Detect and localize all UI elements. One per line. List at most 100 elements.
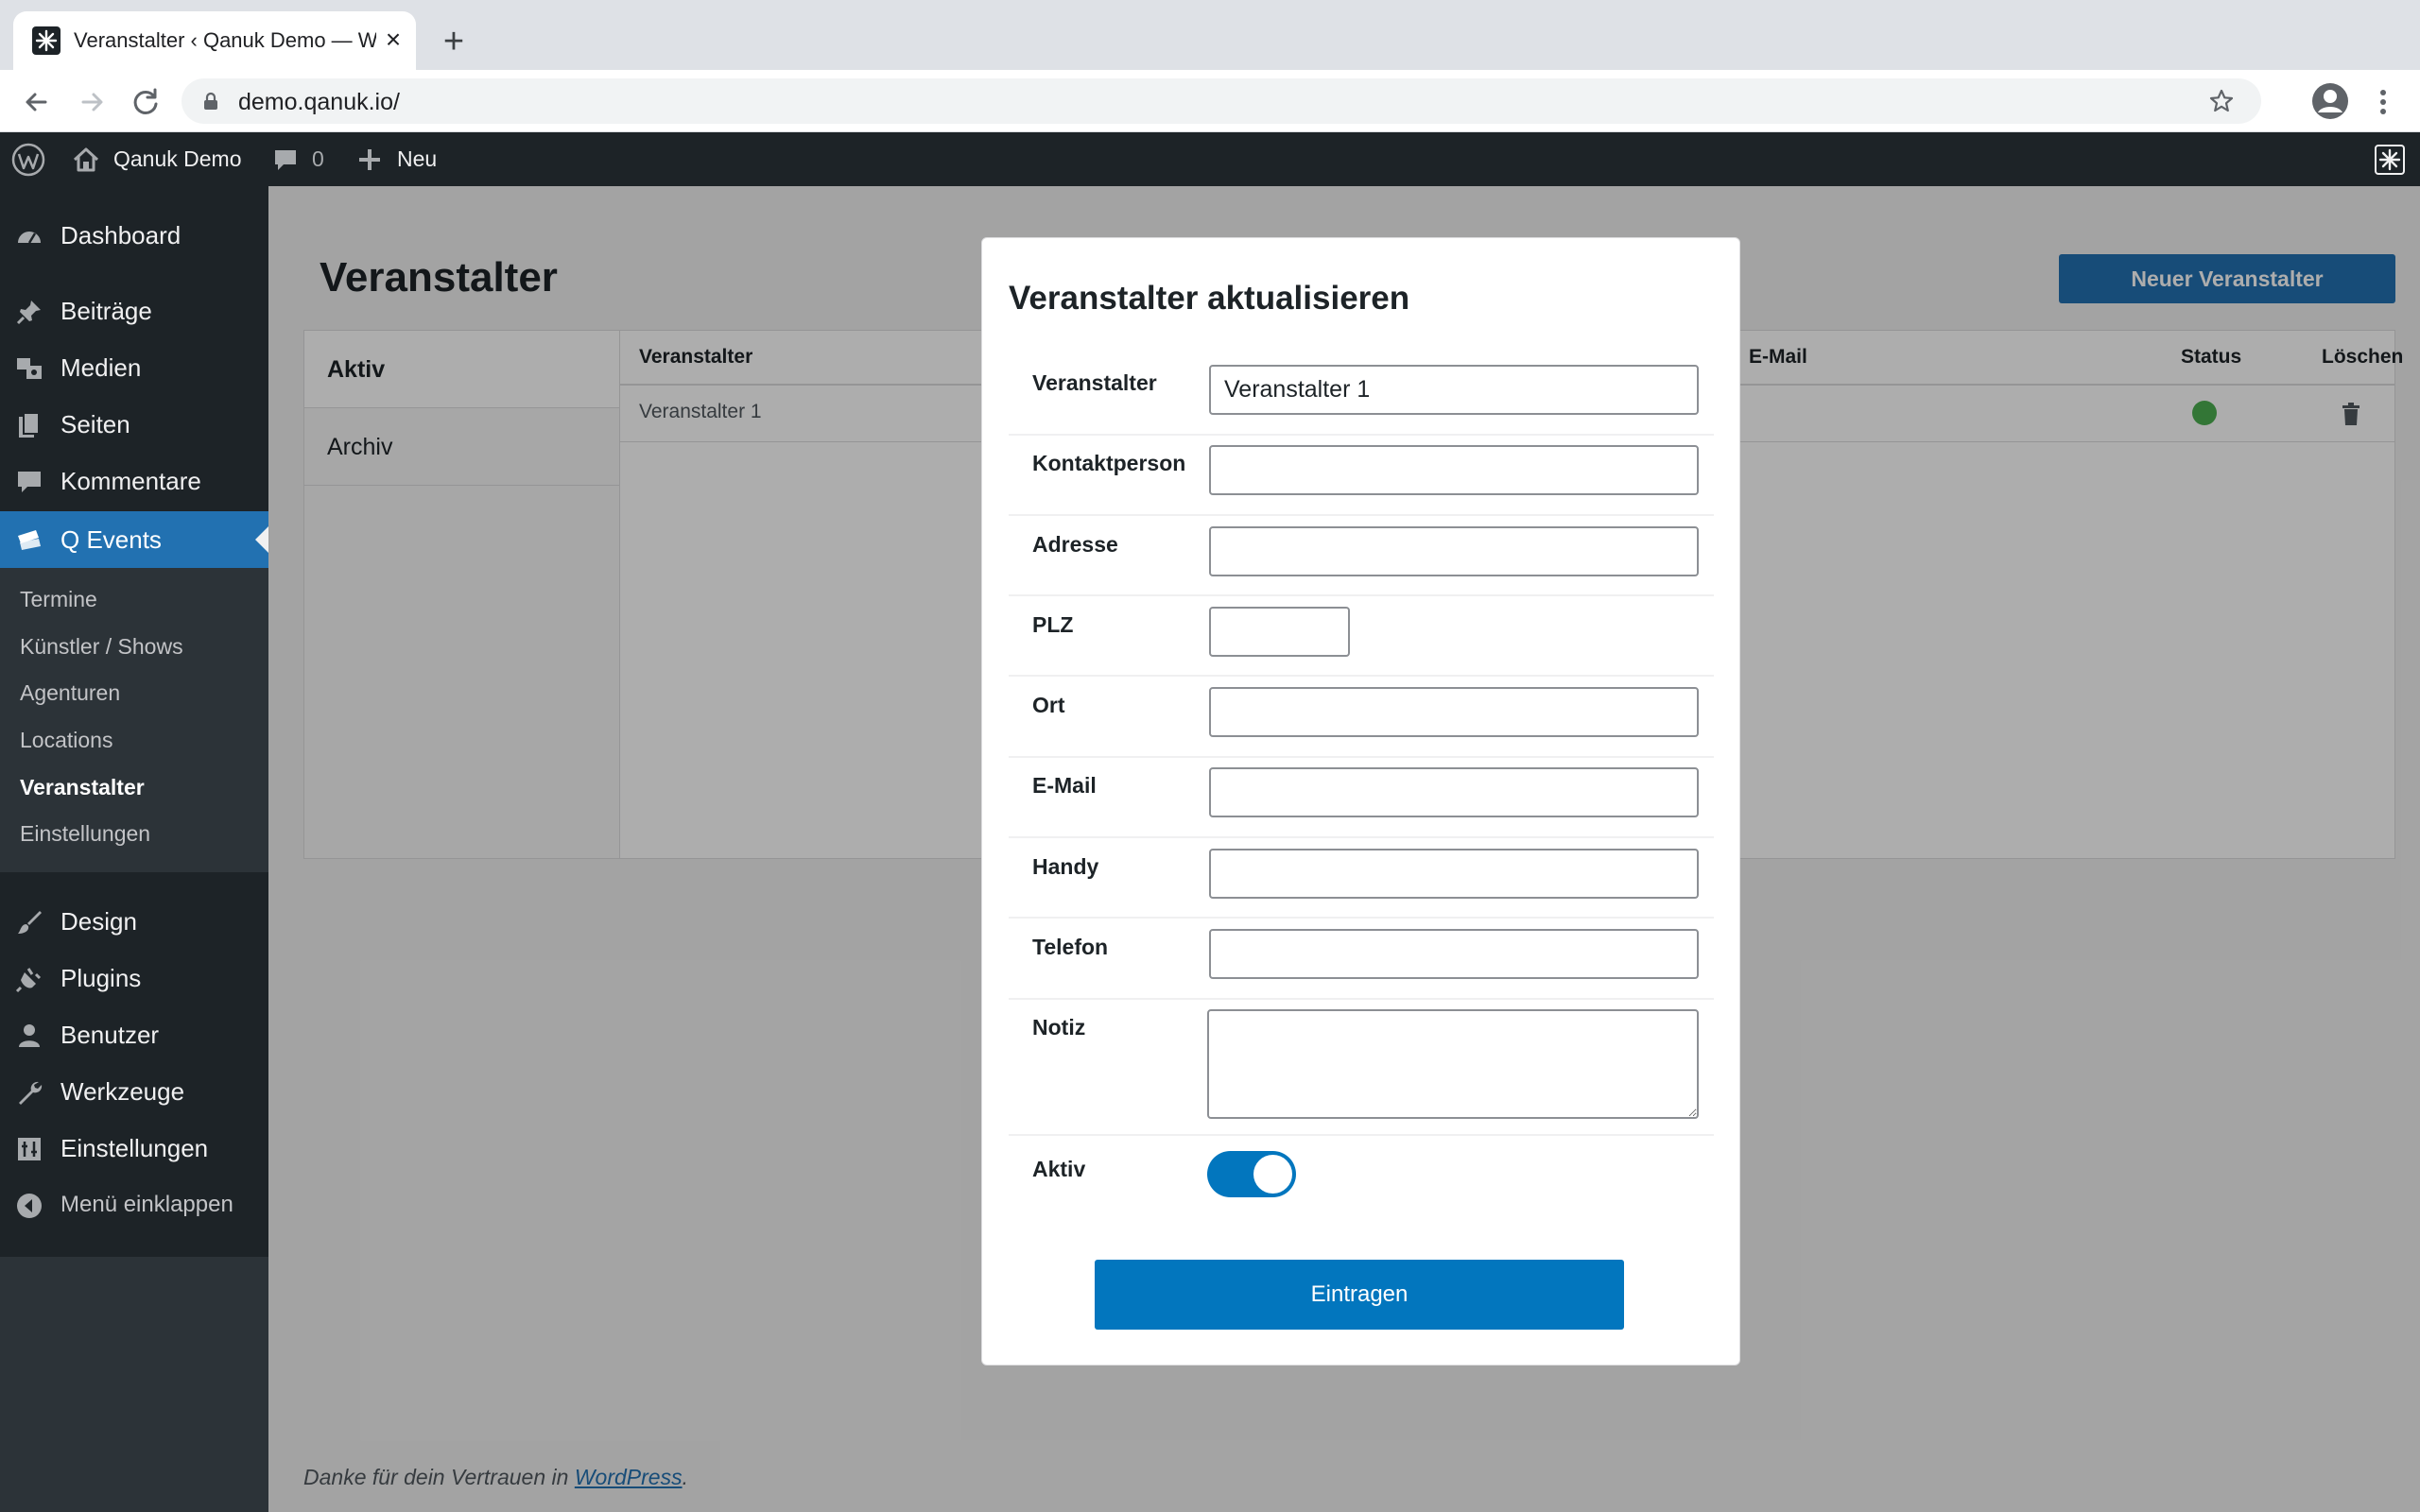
lock-icon: [204, 92, 217, 110]
label-telefon: Telefon: [1032, 935, 1109, 959]
textarea-notiz[interactable]: [1207, 1009, 1699, 1119]
label-plz: PLZ: [1032, 612, 1074, 637]
field-divider: [1009, 594, 1714, 596]
wp-admin-bar: Qanuk Demo 0 Neu: [0, 132, 2420, 186]
wordpress-logo-icon[interactable]: [11, 132, 45, 186]
home-icon: [73, 147, 99, 171]
label-handy: Handy: [1032, 854, 1099, 879]
menu-item-comments[interactable]: Kommentare: [0, 453, 268, 509]
input-veranstalter[interactable]: [1209, 365, 1699, 415]
user-icon: [19, 1024, 40, 1047]
plus-icon: [359, 148, 380, 170]
settings-icon: [18, 1138, 41, 1160]
menu-label: Medien: [60, 352, 142, 382]
submenu-item-locations[interactable]: Locations: [20, 728, 112, 753]
browser-tab-bar: Veranstalter ‹ Qanuk Demo — WordPress × …: [0, 0, 2420, 70]
aktiv-toggle[interactable]: [1207, 1151, 1296, 1197]
input-handy[interactable]: [1209, 849, 1699, 899]
new-label: Neu: [397, 146, 438, 171]
menu-item-posts[interactable]: Beiträge: [0, 283, 268, 339]
comment-icon: [18, 472, 41, 492]
qanuk-logo-icon[interactable]: [2375, 132, 2405, 186]
submenu-item-termine[interactable]: Termine: [20, 587, 97, 612]
site-name-link[interactable]: Qanuk Demo: [72, 132, 242, 186]
menu-label: Dashboard: [60, 220, 182, 249]
dashboard-icon: [18, 232, 41, 244]
menu-item-pages[interactable]: Seiten: [0, 396, 268, 453]
label-veranstalter: Veranstalter: [1032, 370, 1157, 395]
comment-icon: [275, 149, 296, 170]
menu-item-tools[interactable]: Werkzeuge: [0, 1063, 268, 1120]
admin-sidebar: Dashboard Beiträge Medien Seiten Komment…: [0, 186, 268, 1512]
toggle-knob: [1253, 1155, 1292, 1194]
menu-item-design[interactable]: Design: [0, 893, 268, 950]
back-icon[interactable]: [17, 83, 55, 121]
reload-icon[interactable]: [127, 83, 164, 121]
pages-icon: [19, 412, 40, 438]
field-divider: [1009, 998, 1714, 1000]
submenu-item-einstellungen[interactable]: Einstellungen: [20, 821, 150, 847]
site-name: Qanuk Demo: [113, 146, 242, 171]
label-aktiv: Aktiv: [1032, 1157, 1086, 1181]
menu-item-q-events[interactable]: Q Events: [0, 511, 268, 568]
tab-close-icon[interactable]: ×: [378, 25, 408, 55]
label-kontaktperson: Kontaktperson: [1032, 451, 1186, 475]
input-plz[interactable]: [1209, 607, 1350, 657]
input-email[interactable]: [1209, 767, 1699, 817]
profile-icon[interactable]: [2310, 81, 2350, 121]
submenu-item-veranstalter[interactable]: Veranstalter: [20, 775, 145, 800]
brush-icon: [18, 911, 42, 934]
qanuk-favicon-icon: [32, 26, 60, 55]
menu-item-settings[interactable]: Einstellungen: [0, 1120, 268, 1177]
comments-link[interactable]: 0: [272, 132, 324, 186]
menu-label: Einstellungen: [60, 1133, 209, 1162]
submit-button[interactable]: Eintragen: [1095, 1260, 1624, 1330]
menu-label: Kommentare: [60, 466, 201, 495]
modal-title: Veranstalter aktualisieren: [1009, 280, 1410, 317]
input-telefon[interactable]: [1209, 929, 1699, 979]
field-divider: [1009, 917, 1714, 919]
wrench-icon: [19, 1081, 43, 1105]
input-adresse[interactable]: [1209, 526, 1699, 576]
menu-label: Seiten: [60, 409, 130, 438]
tickets-icon: [18, 530, 41, 550]
field-divider: [1009, 675, 1714, 677]
field-divider: [1009, 836, 1714, 838]
field-divider: [1009, 756, 1714, 758]
menu-item-media[interactable]: Medien: [0, 339, 268, 396]
menu-item-dashboard[interactable]: Dashboard: [0, 207, 268, 264]
label-ort: Ort: [1032, 693, 1065, 717]
forward-icon[interactable]: [74, 83, 112, 121]
q-events-submenu: Termine Künstler / Shows Agenturen Locat…: [0, 568, 268, 872]
menu-label: Q Events: [60, 524, 162, 554]
field-divider: [1009, 434, 1714, 436]
new-content-link[interactable]: Neu: [357, 132, 437, 186]
submenu-item-agenturen[interactable]: Agenturen: [20, 680, 120, 706]
menu-label: Benutzer: [60, 1020, 160, 1049]
submenu-item-kuenstler[interactable]: Künstler / Shows: [20, 634, 183, 660]
admin-menu: Dashboard Beiträge Medien Seiten Komment…: [0, 186, 268, 1257]
input-ort[interactable]: [1209, 687, 1699, 737]
browser-toolbar: demo.qanuk.io/: [0, 70, 2420, 132]
pin-icon: [16, 301, 41, 325]
address-bar[interactable]: demo.qanuk.io/: [182, 78, 2261, 124]
plugin-icon: [15, 968, 42, 993]
media-icon: [17, 358, 42, 379]
input-kontaktperson[interactable]: [1209, 445, 1699, 495]
url-text: demo.qanuk.io/: [238, 89, 400, 115]
menu-label: Beiträge: [60, 296, 152, 325]
field-divider: [1009, 1134, 1714, 1136]
menu-icon[interactable]: [2369, 83, 2397, 121]
star-icon[interactable]: [2208, 88, 2235, 114]
update-organizer-modal: Veranstalter aktualisieren Veranstalter …: [981, 237, 1740, 1366]
active-indicator: [255, 526, 268, 553]
label-notiz: Notiz: [1032, 1015, 1086, 1040]
menu-item-users[interactable]: Benutzer: [0, 1006, 268, 1063]
menu-item-plugins[interactable]: Plugins: [0, 950, 268, 1006]
field-divider: [1009, 514, 1714, 516]
collapse-menu-button[interactable]: Menü einklappen: [0, 1177, 268, 1233]
label-email: E-Mail: [1032, 773, 1097, 798]
collapse-icon: [17, 1194, 42, 1218]
new-tab-icon[interactable]: +: [435, 23, 473, 60]
browser-tab[interactable]: Veranstalter ‹ Qanuk Demo — WordPress ×: [13, 11, 416, 70]
